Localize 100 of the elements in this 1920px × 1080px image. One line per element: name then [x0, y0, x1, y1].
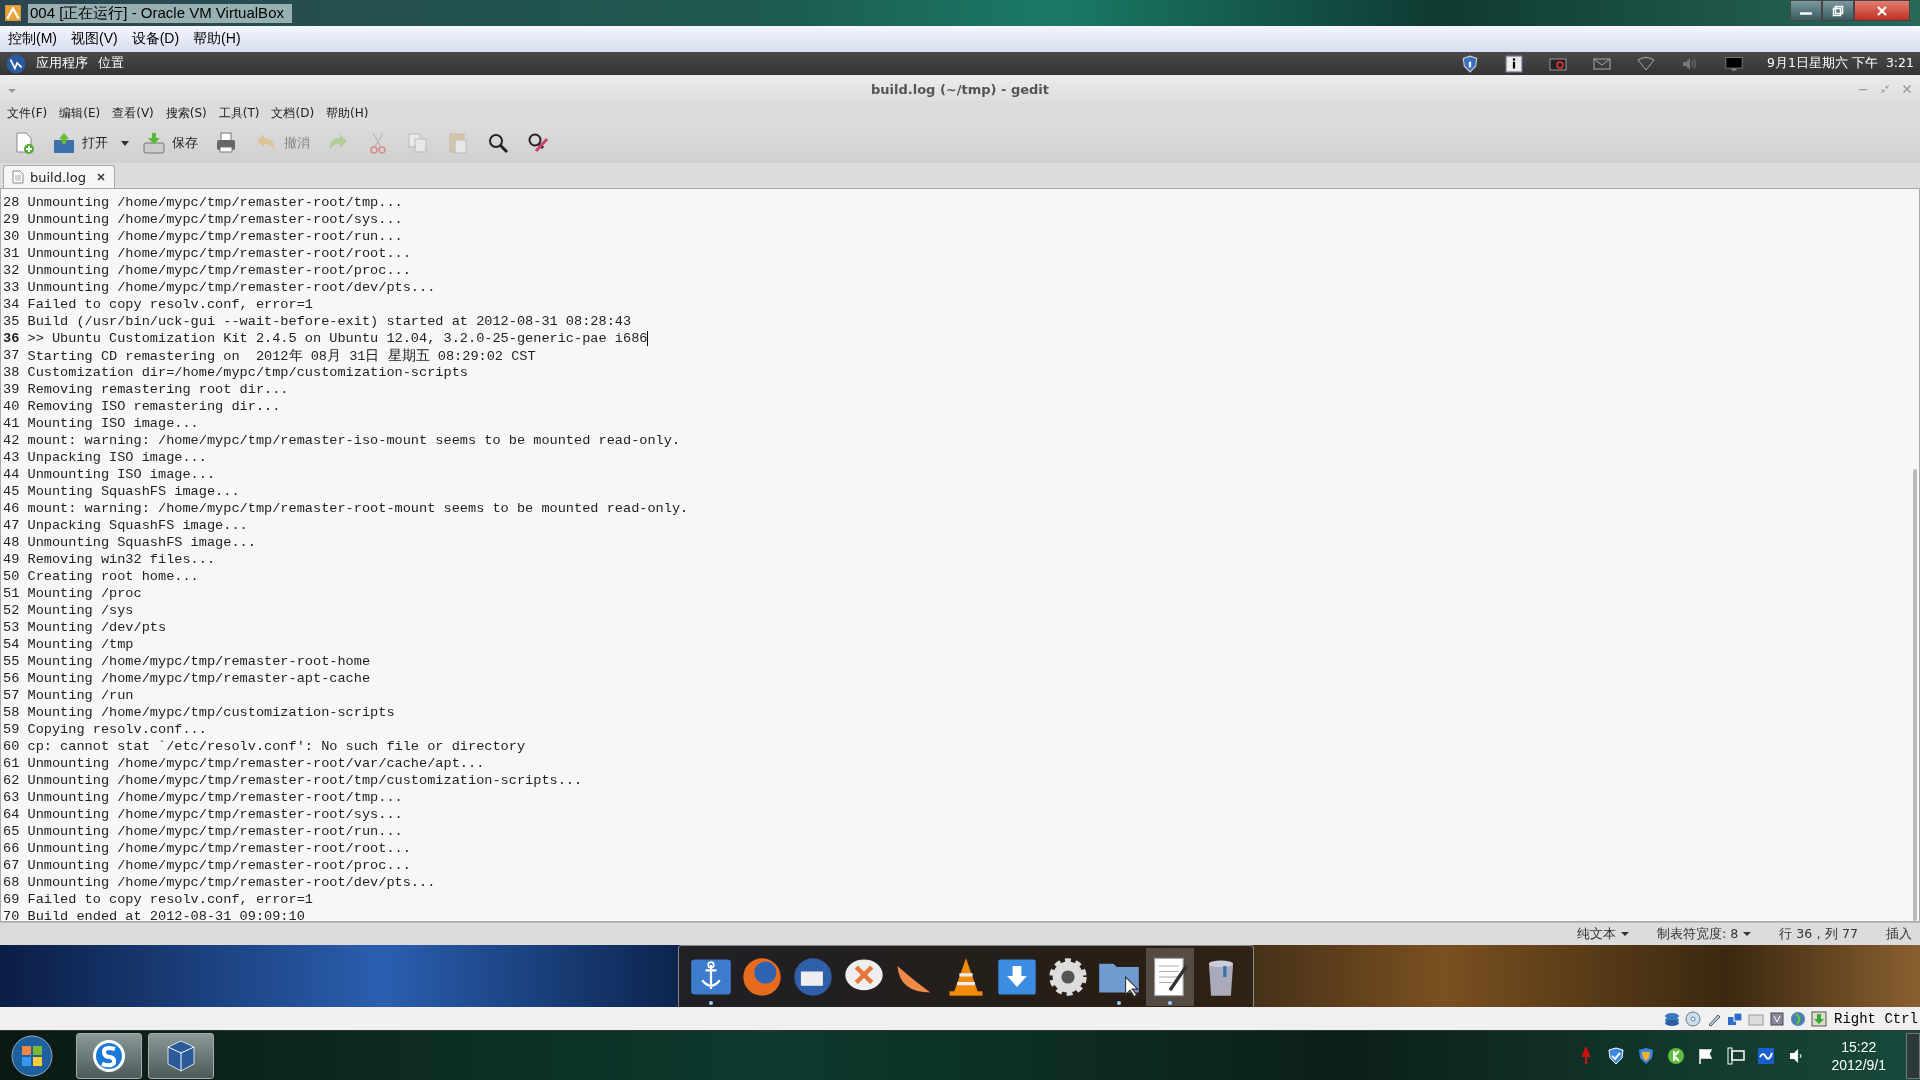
menu-item[interactable]: 文档(D)	[271, 104, 315, 122]
window-title: build.log (~/tmp) - gedit	[870, 81, 1050, 97]
open-button[interactable]: 打开	[46, 127, 114, 159]
shield-icon[interactable]	[1636, 1046, 1655, 1065]
panel-menu[interactable]: 位置	[98, 55, 124, 72]
download-icon	[142, 131, 166, 155]
code-line: Starting CD remastering on 2012年 08月 31日 星期五 08:29:02 CST	[27, 347, 536, 365]
menu-item[interactable]: 搜索(S)	[165, 104, 207, 122]
running-indicator	[1168, 1000, 1172, 1005]
code-line: Mounting /home/mypc/tmp/customization-scripts	[27, 705, 395, 720]
line-number: 30	[2, 229, 21, 244]
line-number: 56	[2, 671, 21, 686]
clipboard-icon	[446, 131, 470, 155]
save-button[interactable]: 保存	[136, 127, 204, 159]
minimize-button[interactable]	[1790, 0, 1822, 21]
download-icon[interactable]	[1811, 1010, 1827, 1027]
minimize-icon	[1800, 12, 1812, 15]
close-button[interactable]	[1854, 0, 1910, 21]
code-line: Mounting /sys	[27, 603, 134, 618]
line-number: 50	[2, 569, 21, 584]
menu-item[interactable]: 查看(V)	[112, 104, 154, 122]
line-number: 37	[2, 348, 21, 363]
code-line: Unmounting /home/mypc/tmp/remaster-root/run...	[27, 229, 403, 244]
flag-icon[interactable]	[1696, 1046, 1715, 1065]
globe-icon[interactable]	[1790, 1010, 1806, 1027]
panel-menu[interactable]: 应用程序	[36, 55, 88, 72]
line-number: 69	[2, 892, 21, 907]
network-icon[interactable]	[1727, 1010, 1743, 1027]
line-number: 43	[2, 450, 21, 465]
disk-stack-icon[interactable]	[1664, 1010, 1680, 1027]
show-desktop-button[interactable]	[1906, 1032, 1920, 1079]
magnifier-pencil-icon	[526, 131, 550, 155]
line-number: 38	[2, 365, 21, 380]
line-number: 67	[2, 858, 21, 873]
close-icon[interactable]	[95, 172, 106, 182]
line-number: 63	[2, 790, 21, 805]
line-number: 42	[2, 433, 21, 448]
status-text: 纯文本	[1577, 925, 1617, 943]
menu-item[interactable]: 帮助(H)	[326, 104, 369, 122]
code-line: Copying resolv.conf...	[27, 722, 207, 737]
restore-icon	[1832, 4, 1844, 17]
line-number: 36	[2, 331, 21, 346]
k-circle-icon[interactable]	[1666, 1046, 1685, 1065]
copy-icon	[406, 131, 430, 155]
code-line: Creating root home...	[27, 569, 199, 584]
menu-item[interactable]: 文件(F)	[7, 104, 48, 122]
line-number: 58	[2, 705, 21, 720]
code-line: Unmounting /home/mypc/tmp/remaster-root/root...	[27, 246, 411, 261]
disc-icon[interactable]	[1685, 1010, 1701, 1027]
code-line: Build ended at 2012-08-31 09:09:10	[27, 909, 305, 921]
menu-item[interactable]: 设备(D)	[131, 30, 180, 48]
taskbar-button[interactable]	[76, 1032, 142, 1079]
scrollbar[interactable]	[1913, 469, 1917, 921]
menu-item[interactable]: 工具(T)	[218, 104, 260, 122]
code-line: Unmounting /home/mypc/tmp/remaster-root/sys...	[27, 807, 403, 822]
display-icon[interactable]	[1769, 1010, 1785, 1027]
menu-item[interactable]: 控制(M)	[8, 30, 57, 48]
wifi-icon[interactable]	[1637, 54, 1656, 73]
menu-item[interactable]: 视图(V)	[71, 30, 118, 48]
code-line: Unmounting /home/mypc/tmp/remaster-root/root...	[27, 841, 411, 856]
wave-icon[interactable]	[1756, 1046, 1775, 1065]
panel-clock[interactable]: 9月1日星期六 下午 3:21	[1767, 55, 1914, 72]
info-icon[interactable]	[1505, 54, 1524, 73]
line-number: 29	[2, 212, 21, 227]
printer-icon	[214, 131, 238, 155]
document-icon	[12, 170, 24, 184]
status-text: 插入	[1886, 925, 1912, 943]
maximize-button[interactable]	[1822, 0, 1854, 21]
line-number: 47	[2, 518, 21, 533]
window-title: 004 [正在运行] - Oracle VM VirtualBox	[28, 3, 292, 23]
shield-icon[interactable]	[1461, 54, 1480, 73]
code-line: Unmounting /home/mypc/tmp/remaster-root/tmp/customization-scripts...	[27, 773, 583, 788]
caret-icon	[1621, 931, 1630, 937]
code-line: Unmounting /home/mypc/tmp/remaster-root/tmp...	[27, 195, 403, 210]
code-line: Mounting /home/mypc/tmp/remaster-root-home	[27, 654, 371, 669]
monitor-icon[interactable]	[1725, 54, 1744, 73]
running-indicator	[709, 1000, 713, 1005]
clock-time[interactable]: 15:22	[1841, 1037, 1877, 1056]
line-number: 41	[2, 416, 21, 431]
start-button[interactable]	[10, 1033, 54, 1078]
code-line: Mounting /proc	[27, 586, 142, 601]
line-number: 68	[2, 875, 21, 890]
network-icon[interactable]	[1726, 1046, 1745, 1065]
clock-date[interactable]: 2012/9/1	[1831, 1055, 1886, 1074]
shield-check-icon[interactable]	[1606, 1046, 1625, 1065]
document-tab[interactable]: build.log	[3, 165, 115, 188]
status-text: 行 36，列 77	[1779, 925, 1858, 943]
line-number: 39	[2, 382, 21, 397]
status-dropdown[interactable]: 纯文本	[1577, 925, 1630, 943]
line-number: 70	[2, 909, 21, 921]
code-line: Mounting /tmp	[27, 637, 134, 652]
menu-item[interactable]: 帮助(H)	[193, 30, 241, 48]
menu-item[interactable]: 编辑(E)	[59, 104, 101, 122]
text-editor[interactable]	[0, 188, 1920, 922]
line-number: 52	[2, 603, 21, 618]
taskbar-button[interactable]	[148, 1032, 214, 1079]
code-line: Unmounting /home/mypc/tmp/remaster-root/run...	[27, 824, 403, 839]
editor-launcher[interactable]	[1146, 947, 1194, 1006]
code-line: Unmounting /home/mypc/tmp/remaster-root/dev/pts...	[27, 875, 436, 890]
code-line: Unpacking SquashFS image...	[27, 518, 248, 533]
